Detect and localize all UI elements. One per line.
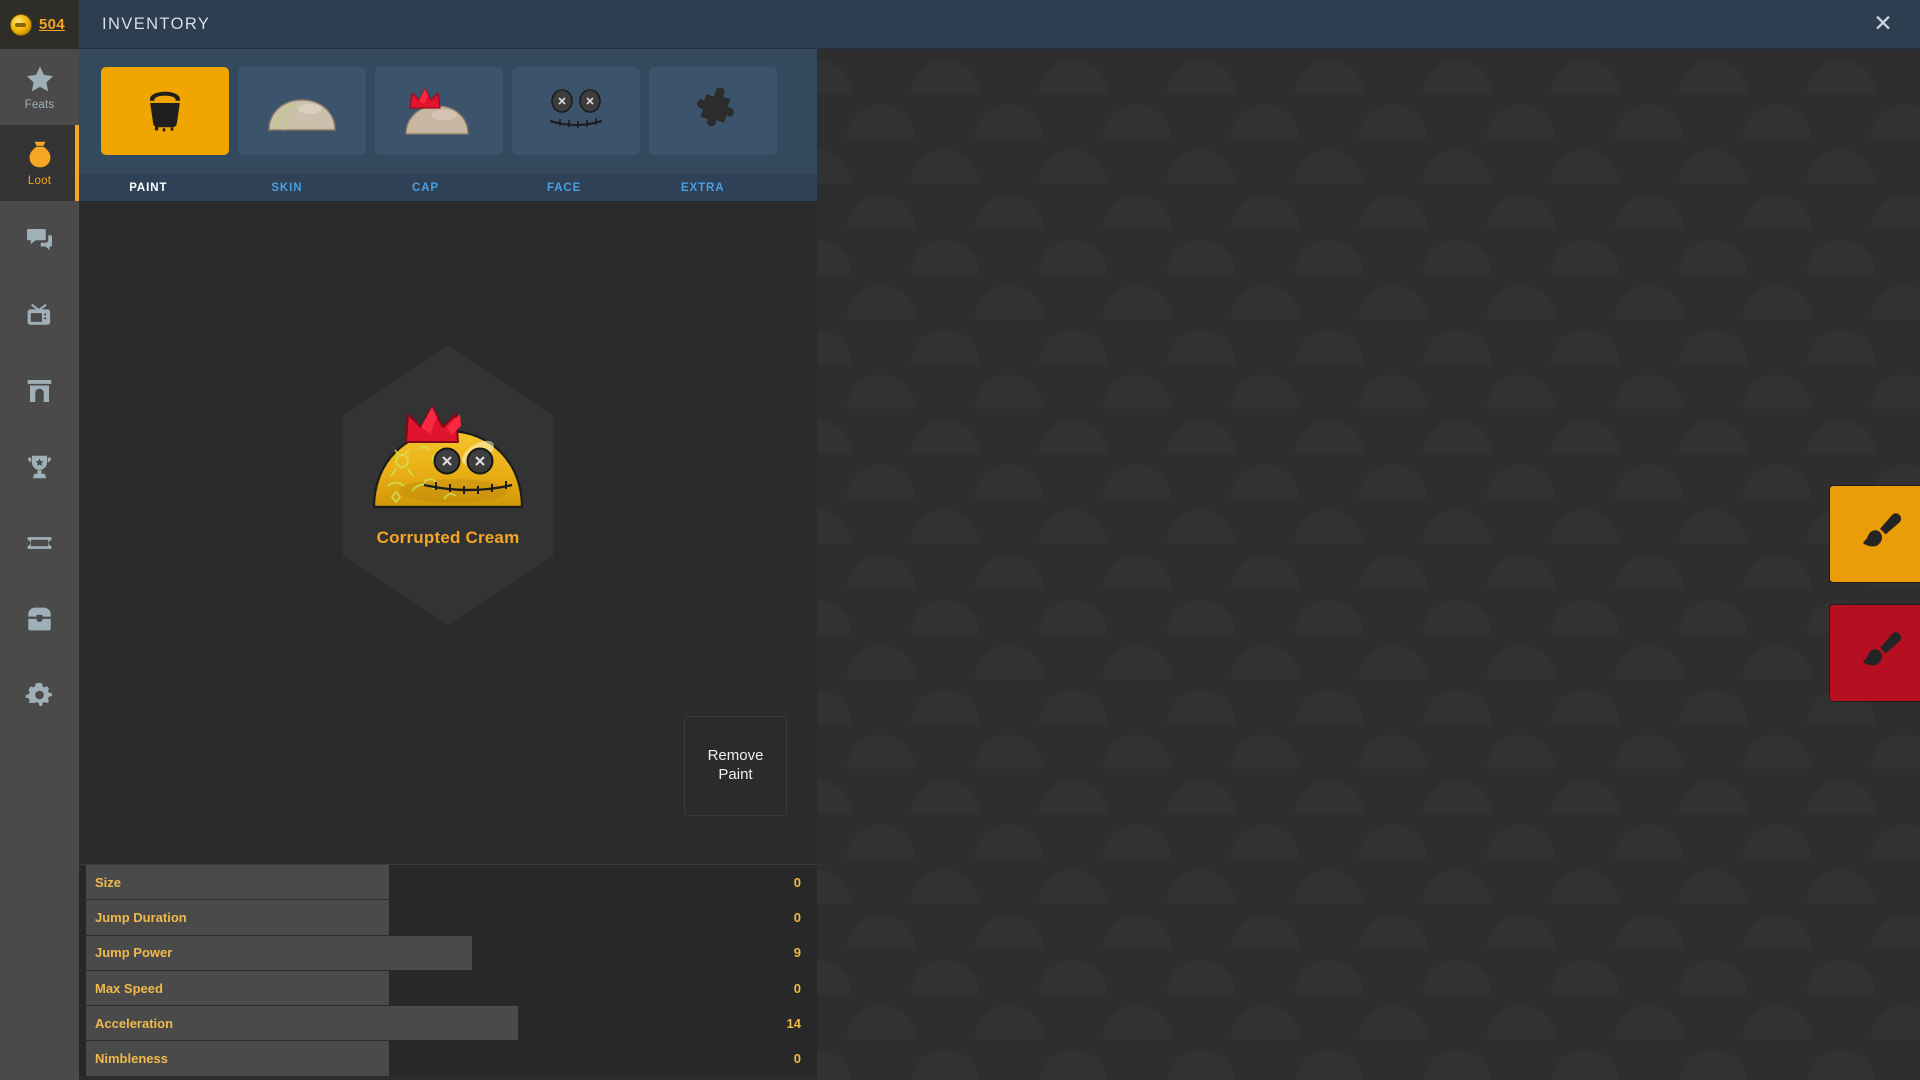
skin-slot[interactable] <box>238 67 366 155</box>
character-preview: Corrupted Cream Remove Paint <box>79 202 817 864</box>
cap-slot[interactable] <box>375 67 503 155</box>
stat-label: Nimbleness <box>95 1041 168 1075</box>
close-icon[interactable]: ✕ <box>1866 7 1900 41</box>
stat-label: Max Speed <box>95 971 163 1005</box>
stitched-face-icon <box>540 86 612 136</box>
swatch-row <box>1830 724 1920 823</box>
sidebar-item-arena[interactable] <box>0 353 79 429</box>
stat-value: 0 <box>794 865 801 899</box>
paintbrush-icon <box>1856 627 1908 679</box>
paint-swatch-grid <box>1830 486 1920 846</box>
left-rail: 504 Feats Loot <box>0 0 79 1080</box>
coin-amount[interactable]: 504 <box>39 16 65 33</box>
stat-value: 0 <box>794 900 801 934</box>
arch-icon <box>24 376 55 406</box>
stat-row: Nimbleness 0 <box>79 1041 817 1076</box>
paint-swatch[interactable] <box>1830 486 1920 582</box>
extra-slot[interactable] <box>649 67 777 155</box>
tab-face[interactable]: FACE <box>495 174 634 201</box>
currency-bar: 504 <box>0 0 79 49</box>
stat-label: Acceleration <box>95 1006 173 1040</box>
gear-icon <box>24 680 55 710</box>
paintbrush-icon <box>1856 508 1908 560</box>
sidebar-label-feats: Feats <box>25 99 55 111</box>
coin-icon <box>10 14 32 36</box>
sidebar-item-loot[interactable]: Loot <box>0 125 79 201</box>
sidebar-item-chat[interactable] <box>0 201 79 277</box>
window-titlebar: INVENTORY ✕ <box>79 0 1920 49</box>
page-title: INVENTORY <box>102 15 210 34</box>
stat-label: Jump Power <box>95 936 172 970</box>
character-name: Corrupted Cream <box>338 528 558 548</box>
remove-paint-line1: Remove <box>708 747 764 764</box>
stat-value: 9 <box>794 936 801 970</box>
sidebar-item-chest[interactable] <box>0 581 79 657</box>
chat-icon <box>24 224 55 254</box>
remove-paint-line2: Paint <box>718 766 752 783</box>
loot-bag-icon <box>23 139 57 172</box>
stat-row: Acceleration 14 <box>79 1006 817 1041</box>
paint-slot[interactable] <box>101 67 229 155</box>
background-pattern <box>817 49 1920 1080</box>
slime-skin-icon <box>264 87 340 135</box>
crown-cap-icon <box>398 83 480 139</box>
stats-table: Size 0 Jump Duration 0 Jump Power 9 Max Speed 0… <box>79 864 817 1080</box>
customization-panel: PAINT SKIN CAP FACE EXTRA <box>79 49 817 1080</box>
category-tabs: PAINT SKIN CAP FACE EXTRA <box>79 174 817 202</box>
paint-swatch[interactable] <box>1830 605 1920 701</box>
sidebar-item-settings[interactable] <box>0 657 79 733</box>
stat-label: Size <box>95 865 121 899</box>
stat-value: 0 <box>794 971 801 1005</box>
sidebar-item-feats[interactable]: Feats <box>0 49 79 125</box>
equipment-slot-bar <box>79 49 817 174</box>
stat-row: Max Speed 0 <box>79 971 817 1006</box>
remove-paint-button[interactable]: Remove Paint <box>684 716 787 816</box>
sidebar-item-tickets[interactable] <box>0 505 79 581</box>
sidebar-item-tv[interactable] <box>0 277 79 353</box>
puzzle-piece-icon <box>678 76 747 145</box>
tv-icon <box>24 300 55 330</box>
paint-bucket-icon <box>141 87 189 135</box>
stat-value: 14 <box>787 1006 801 1040</box>
paint-catalog-panel: All Colors <box>817 49 1920 1080</box>
tab-cap[interactable]: CAP <box>356 174 495 201</box>
chest-icon <box>24 604 55 634</box>
stat-value: 0 <box>794 1041 801 1075</box>
sidebar-item-trophy[interactable] <box>0 429 79 505</box>
stat-label: Jump Duration <box>95 900 187 934</box>
tab-paint[interactable]: PAINT <box>79 174 218 201</box>
trophy-icon <box>24 452 55 482</box>
character-figure: Corrupted Cream <box>338 387 558 548</box>
stat-bar <box>86 865 389 899</box>
sidebar-label-loot: Loot <box>28 175 51 187</box>
stat-row: Size 0 <box>79 865 817 900</box>
tab-skin[interactable]: SKIN <box>218 174 357 201</box>
face-slot[interactable] <box>512 67 640 155</box>
slime-character-icon <box>358 387 538 519</box>
swatch-row <box>1830 486 1920 582</box>
swatch-row <box>1830 605 1920 701</box>
ticket-icon <box>24 528 55 558</box>
tab-extra[interactable]: EXTRA <box>633 174 772 201</box>
stat-row: Jump Power 9 <box>79 936 817 971</box>
star-icon <box>23 63 57 96</box>
stat-row: Jump Duration 0 <box>79 900 817 935</box>
